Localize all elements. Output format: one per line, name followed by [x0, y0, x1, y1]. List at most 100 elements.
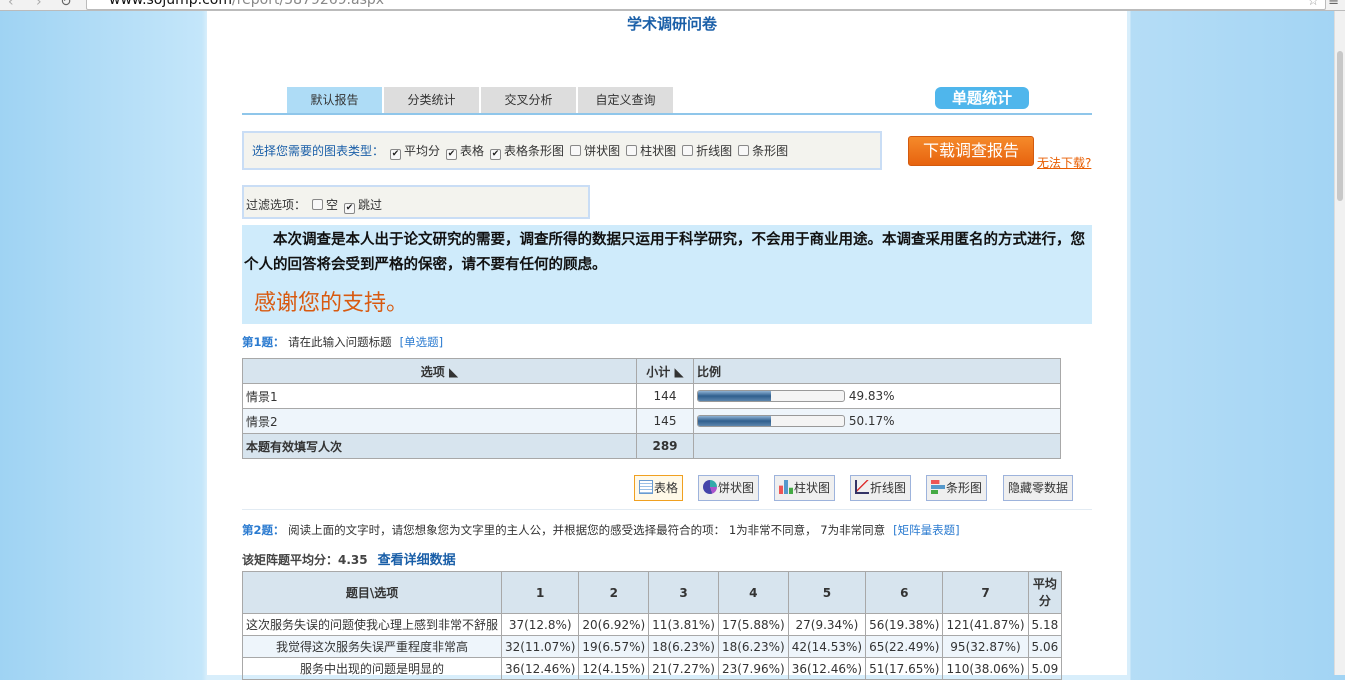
question-number: 第1题： [242, 335, 285, 349]
average-label: 该矩阵题平均分：4.35 [242, 553, 368, 567]
menu-icon[interactable]: ≡ [1328, 0, 1339, 9]
option-cell: 情景1 [242, 383, 637, 409]
progress-bar [697, 415, 845, 427]
tab-category-stats[interactable]: 分类统计 [384, 87, 479, 113]
column-header: 1 [501, 571, 580, 614]
view-details-link[interactable]: 查看详细数据 [378, 553, 456, 568]
option-label: 条形图 [752, 144, 789, 158]
bar-chart-icon [931, 480, 945, 494]
intro-text: 本次调查是本人出于论文研究的需要，调查所得的数据只运用于科学研究，不会用于商业用… [244, 231, 1085, 273]
matrix-average: 该矩阵题平均分：4.35 查看详细数据 [242, 549, 456, 568]
checkbox-bar[interactable] [738, 145, 750, 156]
cell: 95(32.87%) [942, 635, 1029, 658]
checkbox-pie[interactable] [570, 145, 582, 156]
checkbox-skip[interactable]: ✔ [344, 203, 356, 214]
download-report-button[interactable]: 下载调查报告 [908, 136, 1034, 166]
column-chart-icon [779, 480, 793, 494]
tab-custom-query[interactable]: 自定义查询 [578, 87, 673, 113]
view-table-button[interactable]: 表格 [634, 475, 684, 501]
tab-default-report[interactable]: 默认报告 [287, 87, 382, 113]
question-1-title: 第1题： 请在此输入问题标题 [单选题] [242, 334, 443, 350]
cell: 5.06 [1027, 635, 1063, 658]
thanks-text: 感谢您的支持。 [254, 291, 409, 316]
line-chart-icon [855, 480, 869, 494]
total-label: 本题有效填写人次 [242, 433, 637, 459]
cell: 36(12.46%) [787, 657, 867, 680]
cell: 11(3.81%) [648, 613, 719, 636]
column-header-option[interactable]: 选项 ◣ [242, 358, 637, 384]
count-cell: 145 [636, 408, 694, 434]
forward-icon[interactable]: › [36, 0, 42, 10]
option-label: 柱状图 [640, 144, 677, 158]
tab-cross-analysis[interactable]: 交叉分析 [481, 87, 576, 113]
cell: 20(6.92%) [578, 613, 650, 636]
url-domain: www.sojump.com [109, 0, 233, 8]
column-header: 3 [648, 571, 719, 614]
column-header: 2 [578, 571, 650, 614]
cell: 23(7.96%) [717, 657, 789, 680]
single-question-stats-button[interactable]: 单题统计 [935, 87, 1029, 109]
question-type: [矩阵量表题] [893, 523, 960, 537]
column-header: 6 [865, 571, 944, 614]
cell: 37(12.8%) [501, 613, 580, 636]
checkbox-column[interactable] [626, 145, 638, 156]
scrollbar[interactable] [1334, 11, 1345, 675]
option-label: 表格 [460, 144, 485, 158]
column-header: 题目\选项 [241, 571, 503, 614]
option-label: 平均分 [404, 144, 441, 158]
view-line-button[interactable]: 折线图 [850, 475, 912, 501]
back-icon[interactable]: ‹ [8, 0, 14, 10]
checkbox-empty[interactable] [312, 199, 324, 210]
cell: 5.18 [1027, 613, 1063, 636]
checkbox-average[interactable]: ✔ [390, 149, 402, 160]
column-header-count[interactable]: 小计 ◣ [636, 358, 694, 384]
view-bar-button[interactable]: 条形图 [926, 475, 988, 501]
browser-toolbar: ‹ › ↻ www.sojump.com/report/5879269.aspx… [0, 0, 1345, 11]
filter-options: 过滤选项： 空 ✔ 跳过 [242, 185, 590, 219]
option-label: 空 [326, 198, 339, 212]
survey-intro: 本次调查是本人出于论文研究的需要，调查所得的数据只运用于科学研究，不会用于商业用… [242, 225, 1092, 324]
row-label: 服务中出现的问题是明显的 [241, 657, 503, 680]
cell: 36(12.46%) [501, 657, 580, 680]
cell: 21(7.27%) [648, 657, 719, 680]
checkbox-line[interactable] [682, 145, 694, 156]
total-count: 289 [636, 433, 694, 459]
ratio-cell: 49.83% [693, 383, 1061, 409]
column-header: 4 [717, 571, 789, 614]
percent: 50.17% [848, 414, 895, 428]
column-header: 7 [942, 571, 1029, 614]
ratio-cell: 50.17% [693, 408, 1061, 434]
checkbox-table[interactable]: ✔ [446, 149, 458, 160]
table-row: 我觉得这次服务失误严重程度非常高 32(11.07%) 19(6.57%) 18(6.… [241, 635, 1063, 658]
cell: 42(14.53%) [787, 635, 867, 658]
cell: 19(6.57%) [578, 635, 650, 658]
divider [242, 509, 1092, 510]
count-cell: 144 [636, 383, 694, 409]
question-text: 请在此输入问题标题 [288, 335, 392, 349]
report-page: 学术调研问卷 默认报告 分类统计 交叉分析 自定义查询 单题统计 选择您需要的图… [207, 11, 1127, 680]
cell: 56(19.38%) [865, 613, 944, 636]
filter-label: 过滤选项： [246, 198, 307, 212]
table-row: 情景1 144 49.83% [242, 383, 1061, 409]
scrollbar-thumb[interactable] [1337, 51, 1343, 201]
cell: 5.09 [1027, 657, 1063, 680]
cell: 17(5.88%) [717, 613, 789, 636]
cant-download-link[interactable]: 无法下载? [1037, 154, 1091, 171]
cell: 27(9.34%) [787, 613, 867, 636]
view-pie-button[interactable]: 饼状图 [698, 475, 760, 501]
cell: 12(4.15%) [578, 657, 650, 680]
option-label: 跳过 [358, 198, 383, 212]
checkbox-table-bar[interactable]: ✔ [490, 149, 502, 160]
reload-icon[interactable]: ↻ [60, 0, 72, 10]
chart-type-selector: 选择您需要的图表类型： ✔ 平均分 ✔ 表格 ✔ 表格条形图 饼状图 柱状图 折线图 条形图 [242, 131, 882, 170]
hide-zero-data-button[interactable]: 隐藏零数据 [1003, 475, 1074, 501]
pie-chart-icon [703, 480, 717, 494]
bookmark-star-icon[interactable]: ☆ [1307, 0, 1319, 9]
progress-bar [697, 390, 845, 402]
cell: 32(11.07%) [501, 635, 580, 658]
option-cell: 情景2 [242, 408, 637, 434]
address-bar[interactable]: www.sojump.com/report/5879269.aspx [86, 0, 1326, 10]
view-column-button[interactable]: 柱状图 [774, 475, 836, 501]
cell: 18(6.23%) [648, 635, 719, 658]
row-label: 这次服务失误的问题使我心理上感到非常不舒服 [241, 613, 503, 636]
